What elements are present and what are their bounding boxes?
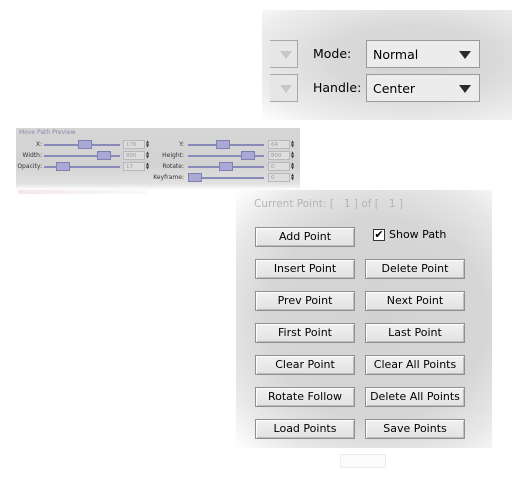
mode-select[interactable]: Normal <box>366 40 480 68</box>
x-row: X: 176 ▲ ▼ <box>16 140 156 150</box>
handle-select-value: Center <box>373 81 416 96</box>
width-label: Width: <box>22 152 42 159</box>
opacity-row: Opacity: 17 ▲ ▼ <box>16 162 156 172</box>
rotate-follow-button[interactable]: Rotate Follow <box>255 387 355 407</box>
prev-point-button[interactable]: Prev Point <box>255 291 355 311</box>
total-points-value: 1 <box>388 198 396 210</box>
current-point-indicator: Current Point: [ 1 ] of [ 1 ] <box>254 198 404 210</box>
faded-field <box>340 454 386 468</box>
y-row: Y: 64 ▲ ▼ <box>152 140 300 150</box>
first-point-button[interactable]: First Point <box>255 323 355 343</box>
current-point-label: Current Point: <box>254 198 327 210</box>
last-point-button[interactable]: Last Point <box>365 323 465 343</box>
y-label: Y: <box>179 141 184 148</box>
next-point-button[interactable]: Next Point <box>365 291 465 311</box>
insert-point-button[interactable]: Insert Point <box>255 259 355 279</box>
keyframe-row: Keyframe: 0 ▲ ▼ <box>152 173 300 183</box>
opacity-label: Opacity: <box>17 163 42 170</box>
rotate-label: Rotate: <box>162 163 184 170</box>
rotate-slider-thumb[interactable] <box>219 162 233 171</box>
opacity-spinner[interactable]: ▲ ▼ <box>146 162 150 171</box>
clear-all-points-button[interactable]: Clear All Points <box>365 355 465 375</box>
mode-select-value: Normal <box>373 47 419 62</box>
opacity-slider-thumb[interactable] <box>56 162 71 171</box>
y-input[interactable]: 64 <box>268 140 290 149</box>
faded-divider <box>18 190 148 194</box>
move-path-preview-panel: Move Path Preview X: 176 ▲ ▼ Width: 800 ▲… <box>16 128 300 190</box>
handle-select[interactable]: Center <box>366 74 480 102</box>
keyframe-label: Keyframe: <box>153 174 184 181</box>
height-input[interactable]: 800 <box>268 151 290 160</box>
y-spinner[interactable]: ▲ ▼ <box>291 140 295 149</box>
mode-row: Mode: Normal <box>262 40 512 68</box>
mode-handle-panel: Mode: Normal Handle: Center <box>262 10 512 120</box>
handle-row: Handle: Center <box>262 74 512 102</box>
x-label: X: <box>35 141 42 148</box>
x-input[interactable]: 176 <box>123 140 145 149</box>
load-points-button[interactable]: Load Points <box>255 419 355 439</box>
mode-label: Mode: <box>313 46 352 61</box>
clear-point-button[interactable]: Clear Point <box>255 355 355 375</box>
width-input[interactable]: 800 <box>123 151 145 160</box>
show-path-label: Show Path <box>389 228 447 241</box>
of-label: of <box>361 198 372 210</box>
current-point-value: 1 <box>343 198 351 210</box>
handle-label: Handle: <box>313 80 362 95</box>
cropped-select-1[interactable] <box>270 40 298 68</box>
height-label: Height: <box>162 152 184 159</box>
checkmark-icon[interactable]: ✔ <box>373 229 385 241</box>
x-slider-thumb[interactable] <box>78 140 93 149</box>
opacity-slider-track[interactable] <box>44 166 120 168</box>
preview-title: Move Path Preview <box>19 129 76 136</box>
y-slider-thumb[interactable] <box>215 140 230 149</box>
rotate-input[interactable]: 0 <box>268 162 290 171</box>
cropped-select-2[interactable] <box>270 74 298 102</box>
chevron-down-icon <box>459 51 471 59</box>
delete-point-button[interactable]: Delete Point <box>365 259 465 279</box>
keyframe-spinner[interactable]: ▲ ▼ <box>291 173 295 182</box>
keyframe-input[interactable]: 0 <box>268 173 290 182</box>
height-slider-thumb[interactable] <box>240 151 255 160</box>
rotate-spinner[interactable]: ▲ ▼ <box>291 162 295 171</box>
width-row: Width: 800 ▲ ▼ <box>16 151 156 161</box>
point-editor-panel: Current Point: [ 1 ] of [ 1 ] Add Point … <box>236 190 492 448</box>
delete-all-points-button[interactable]: Delete All Points <box>365 387 465 407</box>
chevron-down-icon <box>280 85 292 93</box>
height-spinner[interactable]: ▲ ▼ <box>291 151 295 160</box>
chevron-down-icon <box>459 85 471 93</box>
opacity-input[interactable]: 17 <box>123 162 145 171</box>
save-points-button[interactable]: Save Points <box>365 419 465 439</box>
keyframe-slider-thumb[interactable] <box>188 173 202 182</box>
chevron-down-icon <box>280 51 292 59</box>
x-spinner[interactable]: ▲ ▼ <box>146 140 150 149</box>
height-row: Height: 800 ▲ ▼ <box>152 151 300 161</box>
add-point-button[interactable]: Add Point <box>255 227 355 247</box>
width-slider-thumb[interactable] <box>96 151 111 160</box>
width-spinner[interactable]: ▲ ▼ <box>146 151 150 160</box>
rotate-row: Rotate: 0 ▲ ▼ <box>152 162 300 172</box>
